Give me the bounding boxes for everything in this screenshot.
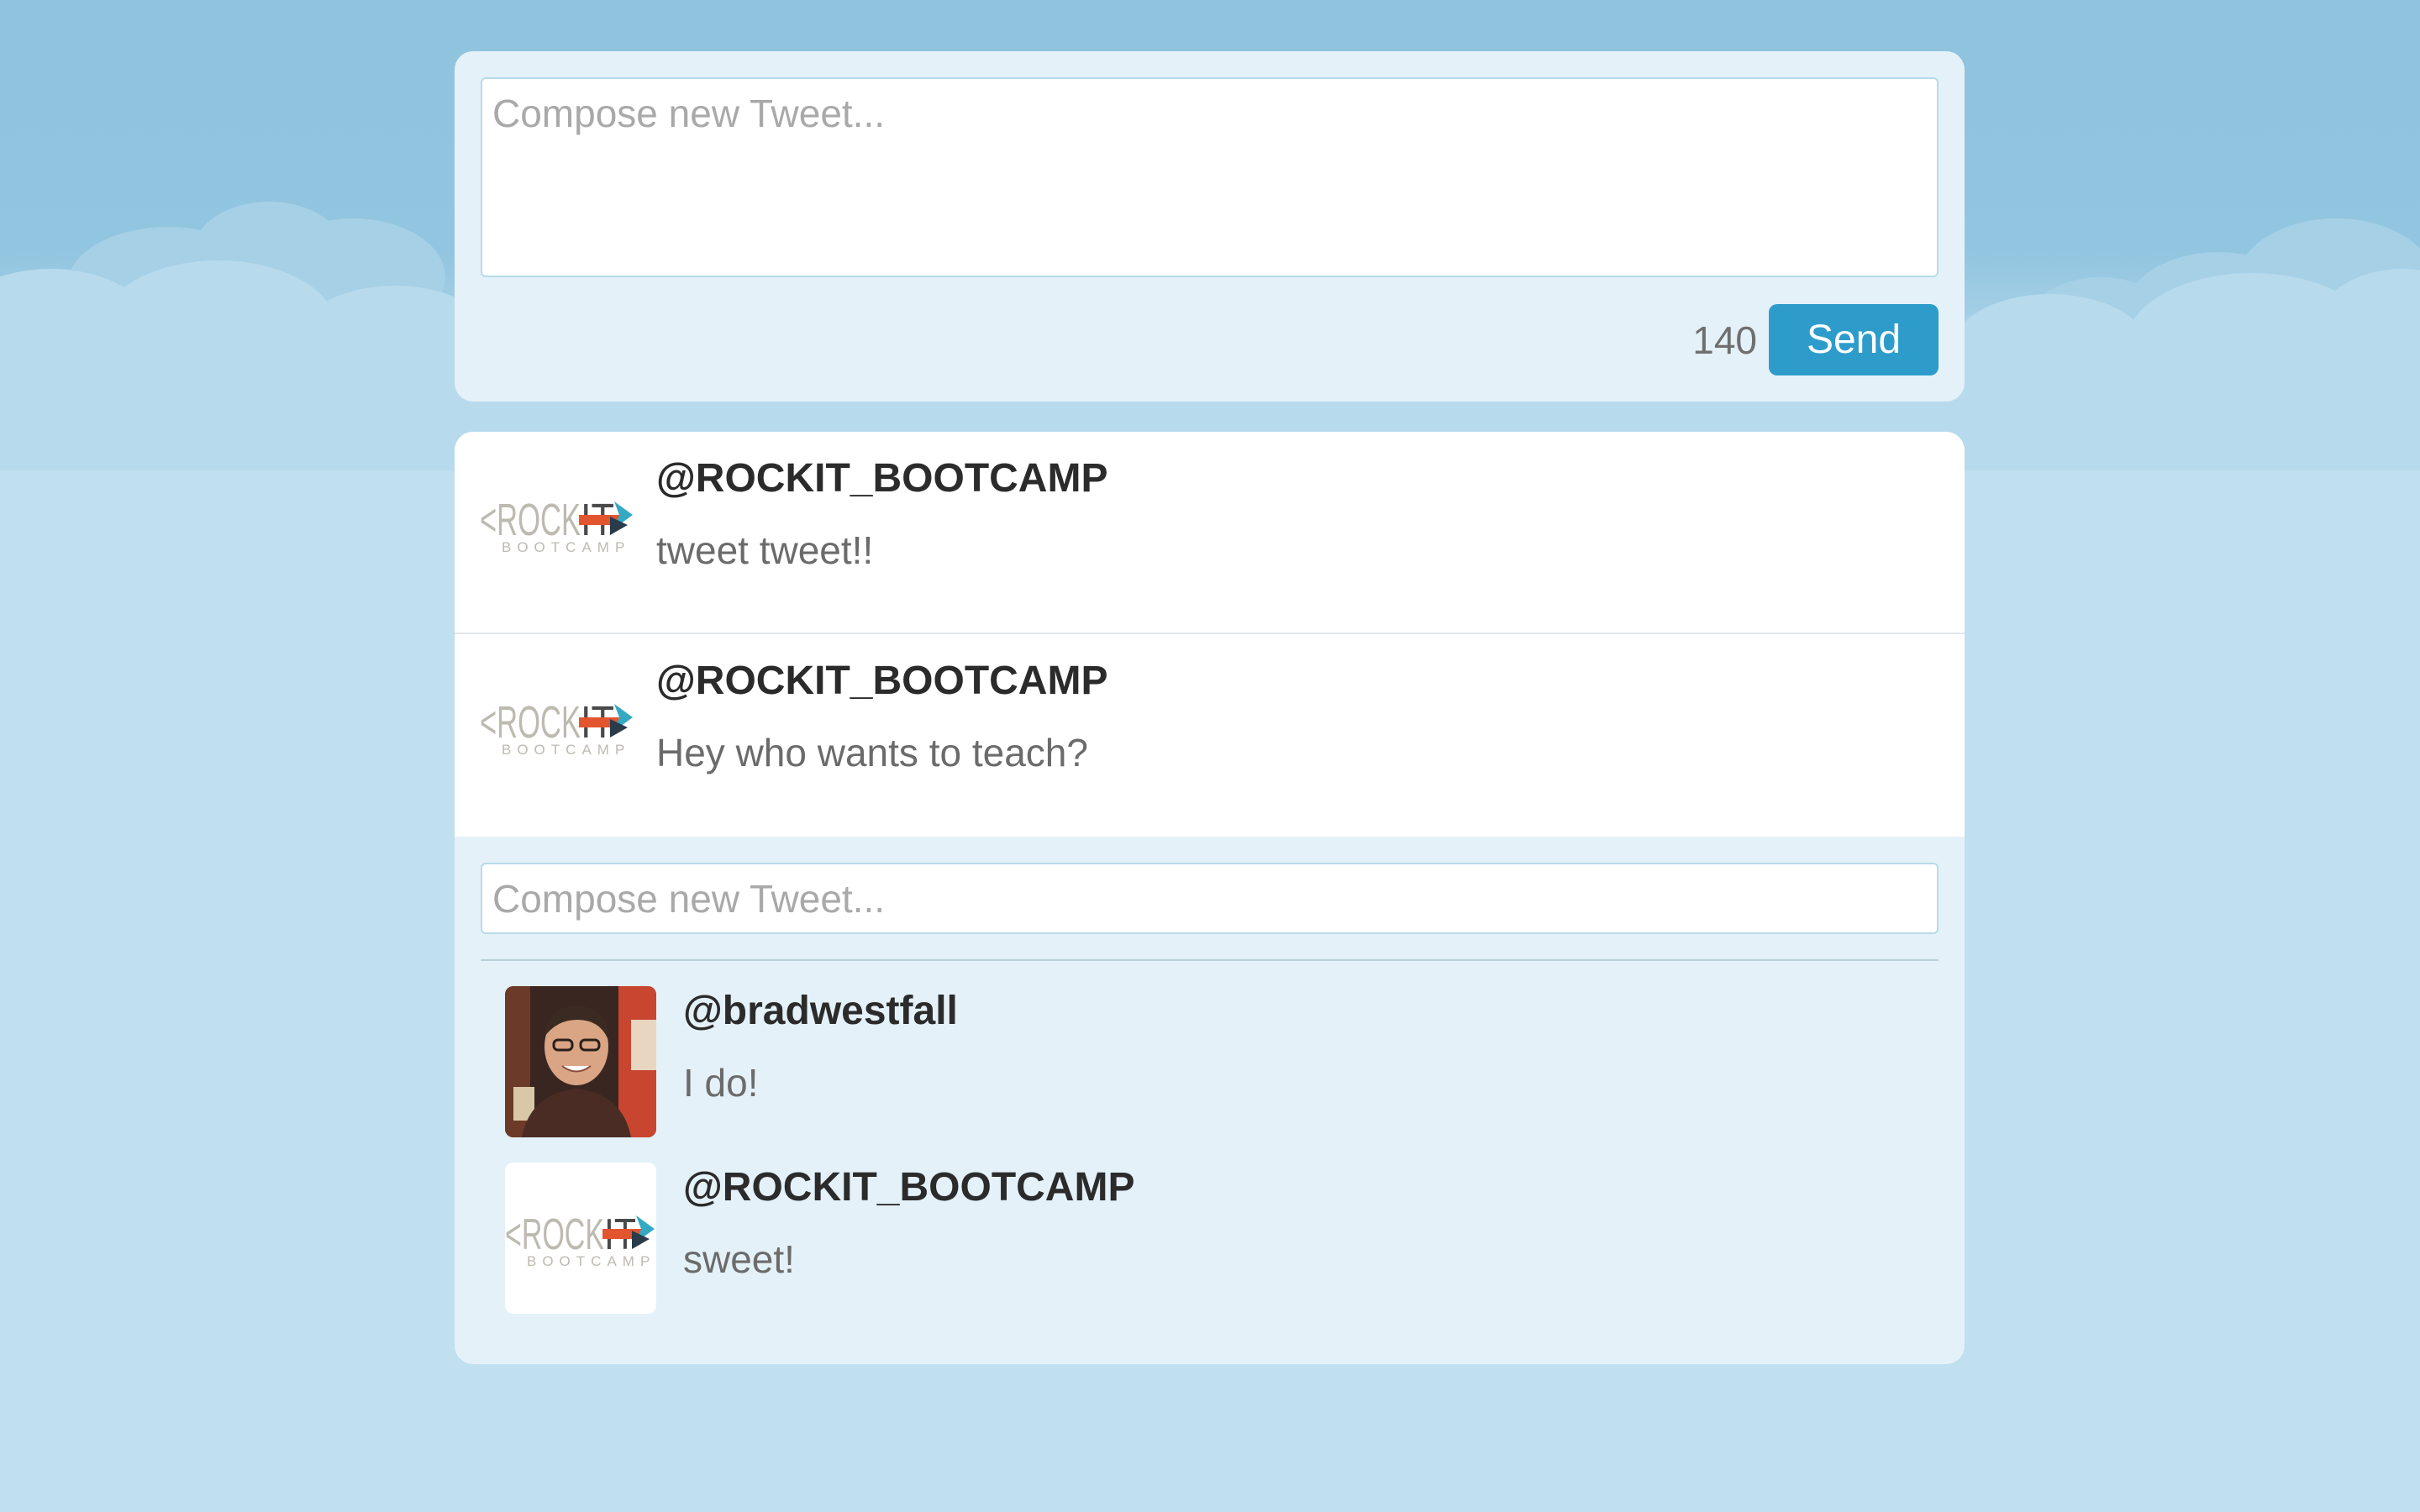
reply-handle[interactable]: @bradwestfall: [683, 988, 958, 1034]
tweet-text: Hey who wants to teach?: [656, 731, 1088, 774]
rockit-logo-icon: <ROCK IT BOOTCAMP: [480, 697, 633, 758]
user-photo-icon: [505, 986, 656, 1137]
tweet-feed: <ROCK IT BOOTCAMP @ROCKIT_BOOTCAMP tweet…: [455, 432, 1965, 1364]
rockit-logo-avatar: <ROCK IT BOOTCAMP: [480, 495, 635, 558]
reply-text: sweet!: [683, 1237, 795, 1281]
reply-compose-input[interactable]: [481, 863, 1939, 934]
tweet-handle[interactable]: @ROCKIT_BOOTCAMP: [656, 455, 1107, 501]
tweet-text: tweet tweet!!: [656, 528, 874, 572]
character-counter: 140: [1692, 318, 1757, 362]
rockit-logo-icon: <ROCK IT BOOTCAMP: [480, 495, 633, 555]
tweet-item[interactable]: <ROCK IT BOOTCAMP @ROCKIT_BOOTCAMP Hey w…: [455, 634, 1965, 837]
svg-text:<ROCK: <ROCK: [480, 495, 581, 545]
reply-handle[interactable]: @ROCKIT_BOOTCAMP: [683, 1164, 1134, 1210]
rockit-logo-avatar: <ROCK IT BOOTCAMP: [480, 697, 635, 760]
tweet-app: 140 Send <ROCK IT BOOTCAMP @ROCKIT_BOOTC…: [455, 51, 1965, 1364]
rockit-logo-avatar: <ROCK IT BOOTCAMP: [505, 1163, 656, 1314]
svg-text:<ROCK: <ROCK: [505, 1210, 604, 1259]
thread-divider: [481, 959, 1939, 961]
user-photo-avatar: [505, 986, 656, 1137]
send-button[interactable]: Send: [1769, 304, 1939, 375]
reply-item[interactable]: @bradwestfall I do!: [481, 986, 1939, 1137]
reply-text: I do!: [683, 1061, 759, 1105]
reply-item[interactable]: <ROCK IT BOOTCAMP @ROCKIT_BOOTCAMP sweet…: [481, 1163, 1939, 1314]
svg-text:BOOTCAMP: BOOTCAMP: [527, 1253, 655, 1269]
svg-text:<ROCK: <ROCK: [480, 697, 581, 748]
tweet-item[interactable]: <ROCK IT BOOTCAMP @ROCKIT_BOOTCAMP tweet…: [455, 432, 1965, 634]
reply-thread: @bradwestfall I do! <ROCK IT BOOTCAMP: [455, 837, 1965, 1364]
compose-footer: 140 Send: [1692, 304, 1939, 375]
compose-panel: 140 Send: [455, 51, 1965, 402]
tweet-handle[interactable]: @ROCKIT_BOOTCAMP: [656, 658, 1107, 704]
rockit-logo-icon: <ROCK IT BOOTCAMP: [505, 1163, 656, 1314]
compose-tweet-textarea[interactable]: [481, 77, 1939, 277]
svg-text:BOOTCAMP: BOOTCAMP: [502, 539, 630, 554]
svg-text:BOOTCAMP: BOOTCAMP: [502, 742, 630, 756]
